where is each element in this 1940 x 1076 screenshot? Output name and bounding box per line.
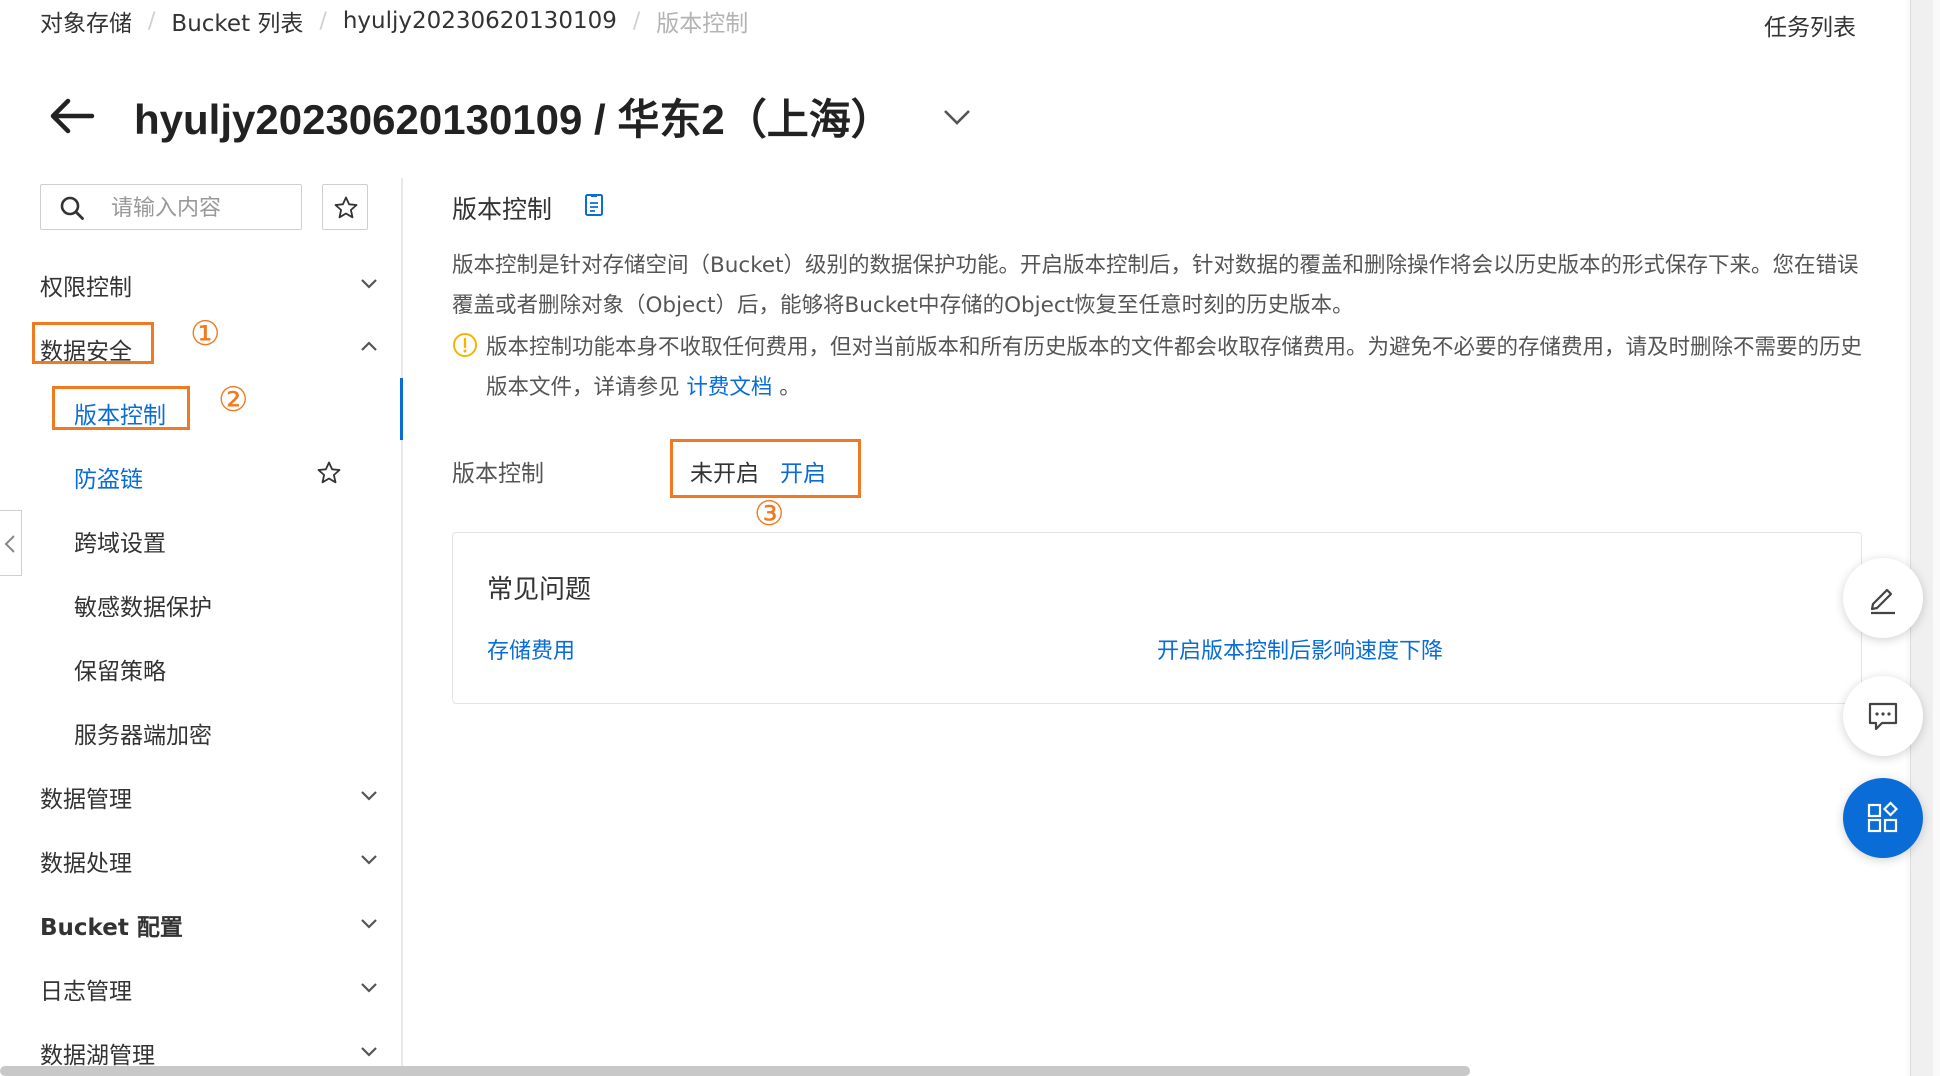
chevron-left-icon <box>4 535 15 553</box>
billing-doc-link[interactable]: 计费文档 <box>686 375 772 400</box>
chevron-down-icon <box>361 919 377 929</box>
pencil-icon <box>1870 588 1895 615</box>
chevron-down-icon <box>361 983 377 993</box>
sidebar-subitem-sensitive-data[interactable]: 敏感数据保护 <box>74 582 374 622</box>
breadcrumb-separator: / <box>148 8 156 34</box>
highlight-box-3 <box>670 439 861 498</box>
chevron-down-icon <box>361 791 377 801</box>
sidebar-divider <box>401 178 403 1068</box>
favorite-button[interactable] <box>322 184 368 230</box>
star-icon <box>334 196 358 219</box>
breadcrumb: 对象存储 / Bucket 列表 / hyuljy20230620130109 … <box>40 4 749 38</box>
description-text: 版本控制是针对存储空间（Bucket）级别的数据保护功能。开启版本控制后，针对数… <box>452 253 1859 318</box>
highlight-box-1 <box>32 322 154 364</box>
sidebar-subitem-retention[interactable]: 保留策略 <box>74 646 374 686</box>
sidebar-subitem-cors[interactable]: 跨域设置 <box>74 518 374 558</box>
document-icon[interactable] <box>582 192 606 218</box>
faq-card: 常见问题 存储费用 开启版本控制后影响速度下降 <box>452 532 1862 704</box>
sidebar-subitem-server-encryption[interactable]: 服务器端加密 <box>74 710 374 750</box>
chevron-up-icon <box>361 341 377 351</box>
faq-title: 常见问题 <box>487 575 592 605</box>
page-title: hyuljy20230620130109 / 华东2（上海） <box>134 96 893 143</box>
search-box <box>40 184 302 230</box>
apps-button[interactable] <box>1843 778 1923 858</box>
version-control-label: 版本控制 <box>452 461 544 487</box>
sidebar-subitem-label: 防盗链 <box>74 467 143 493</box>
sidebar-collapse-button[interactable] <box>0 510 22 576</box>
step-marker-3: ③ <box>754 494 785 534</box>
breadcrumb-separator: / <box>319 8 327 34</box>
sidebar-item-data-processing[interactable]: 数据处理 <box>40 838 380 878</box>
chevron-down-icon <box>361 855 377 865</box>
sidebar-active-indicator <box>400 378 403 440</box>
edit-feedback-button[interactable] <box>1843 558 1923 638</box>
horizontal-scrollbar[interactable] <box>0 1066 1470 1076</box>
highlight-box-2 <box>52 386 190 430</box>
breadcrumb-separator: / <box>632 8 641 34</box>
star-icon[interactable] <box>316 460 342 486</box>
warning-icon <box>453 333 477 357</box>
breadcrumb-item-bucket[interactable]: hyuljy20230620130109 <box>343 8 617 34</box>
back-arrow-icon[interactable] <box>44 88 100 144</box>
sidebar-subitem-label: 服务器端加密 <box>74 723 212 749</box>
warning-text-block: 版本控制功能本身不收取任何费用，但对当前版本和所有历史版本的文件都会收取存储费用… <box>486 328 1862 408</box>
sidebar-subitem-label: 敏感数据保护 <box>74 595 212 621</box>
sidebar-item-permissions[interactable]: 权限控制 <box>40 262 380 302</box>
faq-link-storage-cost[interactable]: 存储费用 <box>487 633 575 665</box>
step-marker-2: ② <box>218 380 249 420</box>
sidebar-subitem-label: 保留策略 <box>74 659 166 685</box>
search-icon <box>60 196 84 220</box>
sidebar-item-log-management[interactable]: 日志管理 <box>40 966 380 1006</box>
vertical-scrollbar[interactable] <box>1910 0 1933 1076</box>
step-marker-1: ① <box>190 314 221 354</box>
sidebar-item-label: 权限控制 <box>40 275 132 301</box>
sidebar-subitem-label: 跨域设置 <box>74 531 166 557</box>
chevron-down-icon[interactable] <box>938 98 976 136</box>
section-title: 版本控制 <box>452 195 553 224</box>
sidebar-item-label: 数据湖管理 <box>40 1043 155 1069</box>
task-list-link[interactable]: 任务列表 <box>1764 8 1856 42</box>
sidebar-item-data-management[interactable]: 数据管理 <box>40 774 380 814</box>
chat-icon <box>1868 702 1898 731</box>
faq-link-speed-impact[interactable]: 开启版本控制后影响速度下降 <box>1157 633 1443 665</box>
breadcrumb-item-object-storage[interactable]: 对象存储 <box>40 4 132 38</box>
warning-text-end: 。 <box>779 375 801 400</box>
search-input[interactable] <box>109 191 293 225</box>
apps-grid-icon <box>1867 801 1899 833</box>
sidebar-item-label: Bucket 配置 <box>40 915 183 941</box>
breadcrumb-item-current: 版本控制 <box>656 11 749 37</box>
sidebar-item-label: 数据处理 <box>40 851 132 877</box>
chevron-down-icon <box>361 279 377 289</box>
sidebar-item-data-lake[interactable]: 数据湖管理 <box>40 1030 380 1070</box>
sidebar-item-label: 日志管理 <box>40 979 132 1005</box>
breadcrumb-item-bucket-list[interactable]: Bucket 列表 <box>171 4 303 38</box>
sidebar-item-label: 数据管理 <box>40 787 132 813</box>
sidebar-item-bucket-config[interactable]: Bucket 配置 <box>40 902 380 942</box>
chevron-down-icon <box>361 1047 377 1057</box>
chat-button[interactable] <box>1843 676 1923 756</box>
